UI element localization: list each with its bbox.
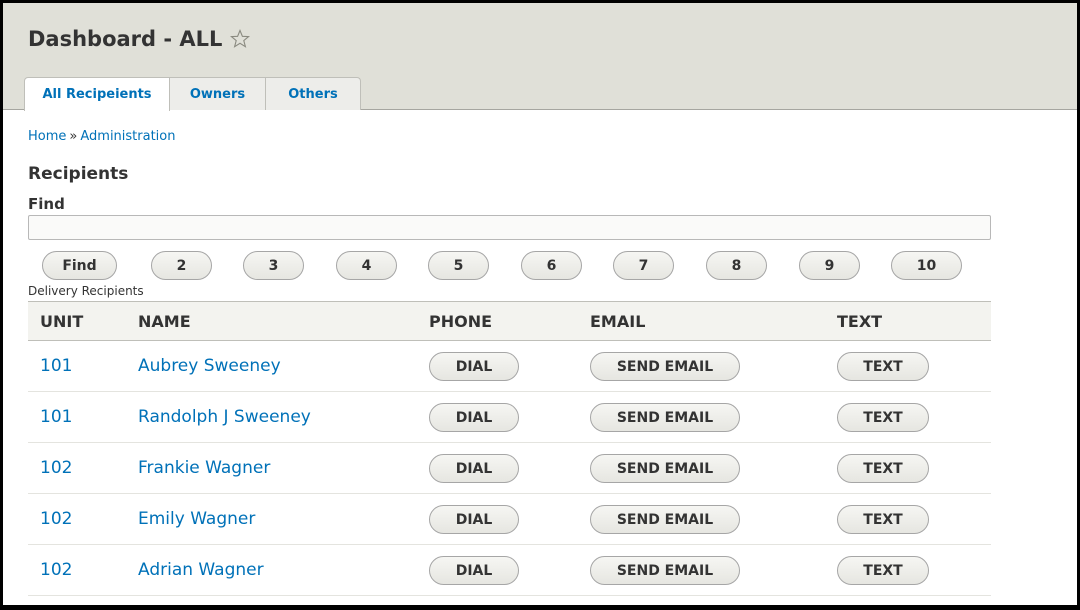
dial-button[interactable]: DIAL [429,556,519,585]
text-button[interactable]: TEXT [837,556,929,585]
name-link[interactable]: Randolph J Sweeney [138,407,311,427]
page-header: Dashboard - ALL All Recipeients Owners O… [3,3,1077,111]
pager: Find 2 3 4 5 6 7 8 9 10 [3,251,1077,283]
column-header-name: NAME [138,312,191,331]
text-button[interactable]: TEXT [837,454,929,483]
table-row: 102 Adrian Wagner DIAL SEND EMAIL TEXT [28,545,991,596]
send-email-button[interactable]: SEND EMAIL [590,454,740,483]
star-outline-icon[interactable] [230,29,251,49]
dial-button[interactable]: DIAL [429,403,519,432]
column-header-phone: PHONE [429,312,493,331]
page-button-8[interactable]: 8 [706,251,767,280]
page-title-text: Dashboard - ALL [28,27,223,51]
page-button-10[interactable]: 10 [891,251,962,280]
page-button-6[interactable]: 6 [521,251,582,280]
breadcrumb-home[interactable]: Home [28,129,66,144]
table-row: 102 Frankie Wagner DIAL SEND EMAIL TEXT [28,443,991,494]
text-button[interactable]: TEXT [837,403,929,432]
name-link[interactable]: Frankie Wagner [138,458,270,478]
page-button-5[interactable]: 5 [428,251,489,280]
breadcrumb-administration[interactable]: Administration [80,129,175,144]
recipients-table: UNIT NAME PHONE EMAIL TEXT 101 Aubrey Sw… [28,301,991,596]
unit-link[interactable]: 102 [40,560,72,580]
find-label: Find [28,195,65,213]
send-email-button[interactable]: SEND EMAIL [590,352,740,381]
dial-button[interactable]: DIAL [429,352,519,381]
page-button-4[interactable]: 4 [336,251,397,280]
name-link[interactable]: Emily Wagner [138,509,255,529]
page-frame: Dashboard - ALL All Recipeients Owners O… [3,3,1077,605]
tab-bar: All Recipeients Owners Others [24,77,361,111]
table-caption: Delivery Recipients [28,284,144,298]
dial-button[interactable]: DIAL [429,454,519,483]
text-button[interactable]: TEXT [837,352,929,381]
table-header: UNIT NAME PHONE EMAIL TEXT [28,301,991,341]
page-title: Dashboard - ALL [28,27,251,51]
name-link[interactable]: Adrian Wagner [138,560,264,580]
tab-owners[interactable]: Owners [170,77,266,110]
page-button-2[interactable]: 2 [151,251,212,280]
breadcrumb: Home» Administration [28,129,176,144]
table-row: 101 Aubrey Sweeney DIAL SEND EMAIL TEXT [28,341,991,392]
tab-all-recipients[interactable]: All Recipeients [24,77,170,111]
page-button-9[interactable]: 9 [799,251,860,280]
table-row: 101 Randolph J Sweeney DIAL SEND EMAIL T… [28,392,991,443]
dial-button[interactable]: DIAL [429,505,519,534]
page-button-7[interactable]: 7 [613,251,674,280]
breadcrumb-separator: » [69,129,78,144]
send-email-button[interactable]: SEND EMAIL [590,556,740,585]
send-email-button[interactable]: SEND EMAIL [590,403,740,432]
page-button-3[interactable]: 3 [243,251,304,280]
name-link[interactable]: Aubrey Sweeney [138,356,281,376]
text-button[interactable]: TEXT [837,505,929,534]
table-row: 102 Emily Wagner DIAL SEND EMAIL TEXT [28,494,991,545]
find-input[interactable] [28,215,991,240]
unit-link[interactable]: 101 [40,407,72,427]
section-title: Recipients [28,164,129,184]
find-button[interactable]: Find [42,251,117,280]
tab-others[interactable]: Others [266,77,361,110]
send-email-button[interactable]: SEND EMAIL [590,505,740,534]
column-header-unit: UNIT [40,312,84,331]
column-header-email: EMAIL [590,312,646,331]
unit-link[interactable]: 102 [40,458,72,478]
column-header-text: TEXT [837,312,883,331]
unit-link[interactable]: 102 [40,509,72,529]
unit-link[interactable]: 101 [40,356,72,376]
table-body: 101 Aubrey Sweeney DIAL SEND EMAIL TEXT … [28,341,991,596]
